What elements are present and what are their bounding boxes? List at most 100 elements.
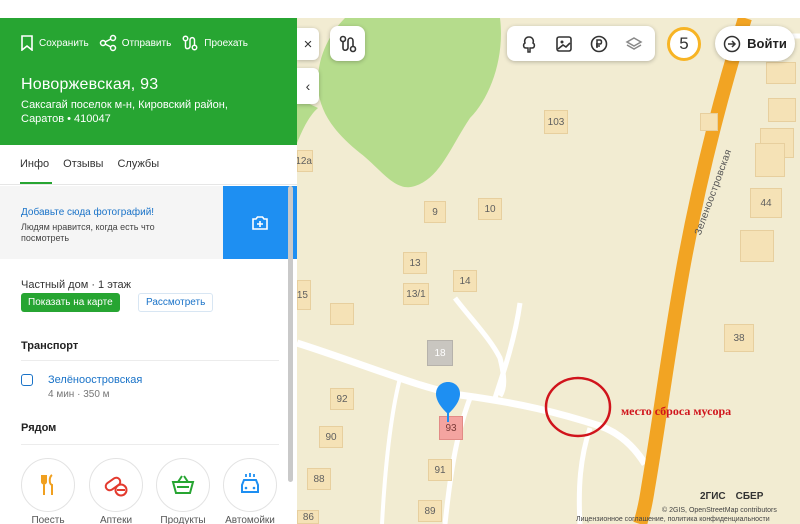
stop-distance: 4 мин · 350 м [48, 389, 110, 400]
place-title: Новоржевская, 93 [21, 76, 159, 93]
fork-knife-icon [41, 474, 53, 495]
annotation-text: место сброса мусора [621, 404, 732, 418]
nearby-food-button[interactable]: Поесть [20, 458, 76, 524]
house-9[interactable]: 9 [424, 201, 446, 223]
place-panel: Сохранить Отправить Проехать Новоржевска… [0, 18, 297, 524]
photo-prompt-text: Людям нравится, когда есть что посмотрет… [21, 222, 155, 243]
map-copyright: © 2GIS, OpenStreetMap contributors [662, 507, 777, 514]
section-divider [21, 444, 279, 445]
house-12a[interactable]: 12а [295, 150, 313, 172]
nearby-pharmacy-label: Аптеки [99, 515, 133, 524]
building [700, 113, 718, 131]
top-strip [0, 0, 800, 18]
building [768, 98, 796, 122]
route-button[interactable] [330, 26, 365, 61]
house-info: Частный дом · 1 этаж [21, 279, 131, 291]
road-branch-2 [492, 302, 523, 399]
info-tabs: Инфо Отзывы Службы [20, 158, 159, 181]
nearby-groceries-circle [156, 458, 210, 512]
brand-logos: 2ГИС СБЕР [700, 491, 763, 502]
route-icon [339, 35, 356, 52]
panel-scrollbar[interactable] [288, 186, 293, 482]
route-icon [182, 35, 198, 51]
car-wash-icon [241, 473, 259, 493]
house-14[interactable]: 14 [453, 270, 477, 292]
location-pin-icon[interactable] [433, 380, 463, 424]
pills-icon [104, 476, 128, 497]
show-on-map-button[interactable]: Показать на карте [21, 293, 120, 312]
save-label: Сохранить [39, 37, 89, 49]
login-label: Войти [747, 36, 787, 51]
house-13[interactable]: 13 [403, 252, 427, 274]
building [755, 143, 785, 177]
house-13-1[interactable]: 13/1 [403, 283, 429, 305]
nearby-food-circle [21, 458, 75, 512]
share-icon [99, 34, 116, 52]
building [330, 303, 354, 325]
house-38[interactable]: 38 [724, 324, 754, 352]
house-88[interactable]: 88 [307, 468, 331, 490]
save-button[interactable]: Сохранить [20, 35, 89, 51]
nearby-carwash-label: Автомойки [225, 515, 275, 524]
nearby-pharmacy-button[interactable]: Аптеки [88, 458, 144, 524]
directions-button[interactable]: Проехать [181, 34, 248, 52]
nearby-groceries-label: Продукты [160, 515, 206, 524]
tool-layers-button[interactable] [620, 30, 648, 58]
map-tools [507, 26, 655, 61]
bus-stop-icon [21, 374, 33, 386]
house-86[interactable]: 86 [297, 510, 319, 524]
house-44[interactable]: 44 [750, 188, 782, 218]
directions-label: Проехать [204, 37, 248, 49]
tab-info[interactable]: Инфо [20, 158, 49, 181]
nearby-carwash-circle [223, 458, 277, 512]
nearby-food-label: Поесть [31, 515, 65, 524]
tool-parks-button[interactable] [515, 30, 543, 58]
login-button[interactable]: Войти [715, 26, 795, 61]
street-main [633, 18, 752, 524]
login-icon [723, 35, 741, 52]
view-button[interactable]: Рассмотреть [138, 293, 214, 312]
tab-services[interactable]: Службы [117, 158, 159, 181]
place-actions: Сохранить Отправить Проехать [20, 34, 248, 52]
annotation-circle [544, 376, 612, 438]
house-15[interactable]: 15 [297, 280, 311, 310]
logo-sber: СБЕР [735, 491, 764, 502]
tool-photos-button[interactable] [550, 30, 578, 58]
house-18[interactable]: 18 [427, 340, 453, 366]
place-header: Сохранить Отправить Проехать Новоржевска… [0, 18, 297, 145]
close-panel-button[interactable]: × [297, 28, 319, 60]
building [740, 230, 774, 262]
image-icon [555, 35, 572, 52]
house-103[interactable]: 103 [544, 110, 568, 134]
house-90[interactable]: 90 [319, 426, 343, 448]
share-label: Отправить [121, 37, 172, 49]
tabs-divider [0, 184, 297, 185]
nearby-groceries-button[interactable]: Продукты [155, 458, 211, 524]
tool-prices-button[interactable] [585, 30, 613, 58]
nearby-pharmacy-circle [89, 458, 143, 512]
house-92[interactable]: 92 [330, 388, 354, 410]
ruble-icon [590, 35, 607, 52]
basket-icon [171, 475, 195, 494]
license-link[interactable]: Лицензионное соглашение, политика конфид… [576, 516, 770, 523]
tab-reviews[interactable]: Отзывы [63, 158, 103, 181]
nearby-carwash-button[interactable]: Автомойки [222, 458, 278, 524]
add-photo-button[interactable] [223, 186, 297, 259]
share-button[interactable]: Отправить [99, 34, 172, 52]
road-branch-3 [576, 427, 593, 524]
active-tab-indicator [20, 182, 52, 184]
place-address: Саксагай поселок м-н, Кировский район, С… [21, 99, 228, 125]
camera-plus-icon [252, 215, 268, 230]
transport-title: Транспорт [21, 340, 79, 352]
add-photo-link[interactable]: Добавьте сюда фотографий! [21, 207, 154, 218]
logo-2gis: 2ГИС [700, 491, 726, 502]
app-root: 103 9 10 13 14 13/1 15 18 92 93 90 91 88… [0, 0, 800, 524]
road-branch-5 [380, 377, 402, 524]
house-10[interactable]: 10 [478, 198, 502, 220]
stop-link[interactable]: Зелёноостровская [48, 374, 142, 386]
collapse-panel-button[interactable]: ‹ [297, 68, 319, 104]
house-91[interactable]: 91 [428, 459, 452, 481]
notification-counter[interactable]: 5 [667, 27, 701, 61]
section-divider [21, 360, 279, 361]
house-89[interactable]: 89 [418, 500, 442, 522]
